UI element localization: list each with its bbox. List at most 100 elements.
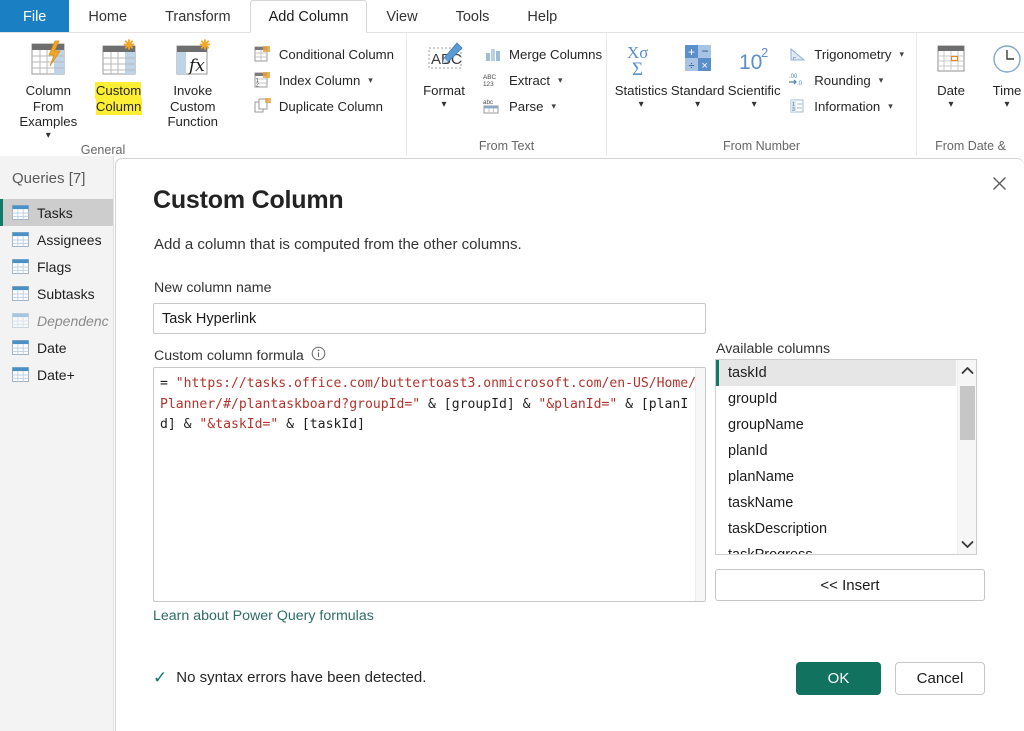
chevron-down-icon[interactable]: ▾ <box>639 99 644 109</box>
extract-button[interactable]: ABC 123 Extract ▾ <box>481 67 608 93</box>
table-icon <box>12 340 29 355</box>
available-column-taskId[interactable]: taskId <box>716 360 956 386</box>
tab-view-label: View <box>386 9 418 25</box>
format-button[interactable]: ABC Format ▾ <box>413 37 475 109</box>
ok-button[interactable]: OK <box>796 662 881 695</box>
tab-add-column[interactable]: Add Column <box>249 0 368 33</box>
tab-view[interactable]: View <box>367 0 436 33</box>
time-label: Time <box>992 83 1022 98</box>
svg-text:3: 3 <box>792 107 795 113</box>
chevron-down-icon[interactable]: ▾ <box>441 99 446 109</box>
information-button[interactable]: 1 3 Information ▾ <box>786 93 910 119</box>
information-icon: 1 3 <box>788 96 808 116</box>
available-column-planName[interactable]: planName <box>716 464 956 490</box>
rounding-button[interactable]: .00 .0 Rounding ▾ <box>786 67 910 93</box>
chevron-down-icon[interactable] <box>961 534 974 554</box>
scrollbar-thumb[interactable] <box>959 386 975 440</box>
chevron-down-icon[interactable]: ▾ <box>888 101 893 112</box>
query-item-label: Flags <box>37 258 72 275</box>
ok-button-label: OK <box>827 670 850 687</box>
tab-tools[interactable]: Tools <box>437 0 509 33</box>
merge-columns-button[interactable]: Merge Columns <box>481 41 608 67</box>
available-column-taskName[interactable]: taskName <box>716 490 956 516</box>
custom-column-formula-box[interactable]: = "https://tasks.office.com/buttertoast3… <box>153 367 706 602</box>
custom-column-formula-label-text: Custom column formula <box>154 347 304 364</box>
chevron-down-icon[interactable]: ▾ <box>1004 99 1009 109</box>
date-button[interactable]: Date ▾ <box>923 37 979 109</box>
scrollbar-track[interactable] <box>958 380 977 534</box>
available-columns-label: Available columns <box>716 341 831 357</box>
tab-help-label: Help <box>527 9 558 25</box>
svg-text:.0: .0 <box>797 81 803 87</box>
ribbon-tabstrip: File Home Transform Add Column View Tool… <box>0 0 1024 33</box>
table-icon <box>12 205 29 220</box>
query-item-date-[interactable]: Date+ <box>0 361 113 388</box>
custom-column-button[interactable]: Custom Column <box>91 37 147 114</box>
table-icon <box>12 232 29 247</box>
available-column-groupId[interactable]: groupId <box>716 386 956 412</box>
chevron-down-icon[interactable]: ▾ <box>368 75 373 86</box>
query-item-subtasks[interactable]: Subtasks <box>0 280 113 307</box>
learn-power-query-formulas-link[interactable]: Learn about Power Query formulas <box>153 608 374 624</box>
available-column-planId[interactable]: planId <box>716 438 956 464</box>
new-column-name-label: New column name <box>154 280 272 296</box>
info-icon[interactable] <box>311 346 326 365</box>
statistics-sigma-icon: Xσ Σ <box>619 39 663 81</box>
chevron-down-icon[interactable]: ▾ <box>695 99 700 109</box>
query-item-label: Dependenc <box>37 312 109 329</box>
conditional-column-icon <box>253 44 273 64</box>
index-column-button[interactable]: 1 2 Index Column ▾ <box>251 67 400 93</box>
column-from-examples-icon <box>25 39 71 81</box>
new-column-name-input[interactable] <box>153 303 706 334</box>
available-columns-list[interactable]: taskId groupId groupName planId planName task… <box>716 360 956 554</box>
table-icon <box>12 286 29 301</box>
merge-columns-label: Merge Columns <box>509 46 603 62</box>
formula-scrollbar[interactable] <box>695 368 705 601</box>
standard-button[interactable]: + − ÷ × Standard ▾ <box>669 37 726 109</box>
query-item-dependenc[interactable]: Dependenc <box>0 307 113 334</box>
merge-columns-icon <box>483 44 503 64</box>
time-button[interactable]: Time ▾ <box>979 37 1024 109</box>
available-column-taskDescription[interactable]: taskDescription <box>716 516 956 542</box>
available-column-taskProgress[interactable]: taskProgress <box>716 542 956 554</box>
column-from-examples-button[interactable]: Column From Examples ▾ <box>6 37 91 140</box>
tab-transform[interactable]: Transform <box>146 0 250 33</box>
query-item-tasks[interactable]: Tasks <box>0 199 113 226</box>
close-icon[interactable] <box>984 169 1014 197</box>
index-column-icon: 1 2 <box>253 70 273 90</box>
query-item-flags[interactable]: Flags <box>0 253 113 280</box>
query-item-assignees[interactable]: Assignees <box>0 226 113 253</box>
available-columns-scrollbar[interactable] <box>957 360 976 554</box>
formula-text[interactable]: = "https://tasks.office.com/buttertoast3… <box>154 368 705 436</box>
ribbon: Column From Examples ▾ Custom Column fx … <box>0 33 1024 157</box>
trigonometry-button[interactable]: Trigonometry ▾ <box>786 41 910 67</box>
chevron-up-icon[interactable] <box>961 360 974 380</box>
duplicate-column-button[interactable]: Duplicate Column <box>251 93 400 119</box>
chevron-down-icon[interactable]: ▾ <box>551 101 556 112</box>
parse-button[interactable]: abc Parse ▾ <box>481 93 608 119</box>
cancel-button[interactable]: Cancel <box>895 662 985 695</box>
formula-token-op: & [groupId] & <box>420 396 539 412</box>
chevron-down-icon[interactable]: ▾ <box>46 130 51 140</box>
svg-text:fx: fx <box>187 56 205 76</box>
information-label: Information <box>814 98 881 114</box>
tab-file-label: File <box>23 9 47 25</box>
tab-help[interactable]: Help <box>508 0 576 33</box>
cancel-button-label: Cancel <box>916 670 964 687</box>
chevron-down-icon[interactable]: ▾ <box>752 99 757 109</box>
insert-button[interactable]: << Insert <box>715 569 985 601</box>
rounding-label: Rounding <box>814 72 871 88</box>
chevron-down-icon[interactable]: ▾ <box>899 49 904 60</box>
tab-file[interactable]: File <box>0 0 70 33</box>
query-item-date[interactable]: Date <box>0 334 113 361</box>
available-column-groupName[interactable]: groupName <box>716 412 956 438</box>
chevron-down-icon[interactable]: ▾ <box>558 75 563 86</box>
tab-home[interactable]: Home <box>69 0 146 33</box>
scientific-label: Scientific <box>727 83 781 98</box>
statistics-button[interactable]: Xσ Σ Statistics ▾ <box>613 37 669 109</box>
scientific-button[interactable]: 10 2 Scientific ▾ <box>726 37 782 109</box>
conditional-column-button[interactable]: Conditional Column <box>251 41 400 67</box>
chevron-down-icon[interactable]: ▾ <box>879 75 884 86</box>
chevron-down-icon[interactable]: ▾ <box>948 99 953 109</box>
invoke-custom-function-button[interactable]: fx Invoke Custom Function <box>147 37 239 130</box>
